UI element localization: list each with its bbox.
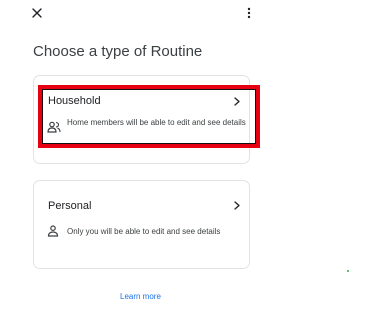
personal-title: Personal — [48, 200, 92, 212]
household-description: Home members will be able to edit and se… — [67, 118, 246, 127]
learn-more-link[interactable]: Learn more — [120, 292, 161, 301]
status-dot — [347, 270, 349, 272]
page-title: Choose a type of Routine — [33, 43, 203, 60]
household-title: Household — [48, 95, 101, 107]
personal-card[interactable] — [33, 180, 250, 269]
close-button[interactable] — [28, 4, 46, 22]
personal-description: Only you will be able to edit and see de… — [67, 227, 221, 236]
person-icon — [47, 225, 59, 237]
more-options-button[interactable] — [240, 4, 258, 22]
chevron-right-icon — [232, 200, 242, 210]
people-icon — [47, 121, 61, 133]
more-vert-icon — [247, 7, 251, 19]
chevron-right-icon — [232, 96, 242, 106]
close-icon — [32, 8, 42, 18]
